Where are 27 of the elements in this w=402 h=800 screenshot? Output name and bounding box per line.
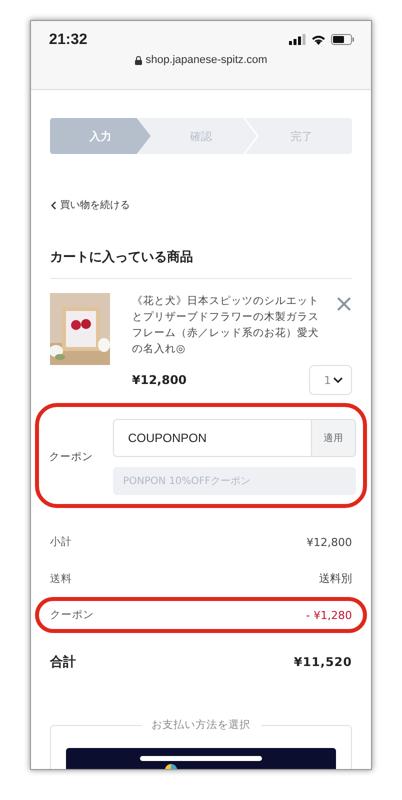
close-icon[interactable] xyxy=(336,296,352,312)
apply-button[interactable]: 適用 xyxy=(311,420,355,456)
summary-label: クーポン xyxy=(50,608,94,622)
product-price: ¥12,800 xyxy=(132,373,187,387)
summary-label: 送料 xyxy=(50,572,72,586)
continue-shopping-link[interactable]: 買い物を続ける xyxy=(50,198,130,212)
total-value: ¥11,520 xyxy=(294,655,352,669)
battery-icon xyxy=(331,34,355,45)
summary-value: 送料別 xyxy=(319,571,352,586)
chevron-left-icon xyxy=(50,200,57,210)
payment-heading: お支払い方法を選択 xyxy=(142,718,260,732)
summary-value: - ¥1,280 xyxy=(306,608,352,622)
summary-label: 小計 xyxy=(50,535,72,549)
url-text[interactable]: shop.japanese-spitz.com xyxy=(146,54,268,66)
total-label: 合計 xyxy=(50,654,76,671)
chevron-down-icon xyxy=(333,377,343,383)
cart-heading: カートに入っている商品 xyxy=(50,248,352,279)
quantity-select[interactable]: 1 xyxy=(309,365,352,395)
applied-coupon: PONPON 10%OFFクーポン xyxy=(113,467,356,495)
signal-icon xyxy=(289,34,306,45)
product-name[interactable]: 《花と犬》日本スピッツのシルエットとプリザーブドフラワーの木製ガラスフレーム（赤／レッド系のお花）愛犬の名入れ◎ xyxy=(132,293,328,357)
wifi-icon xyxy=(311,34,326,45)
coupon-field[interactable]: COUPONPON 適用 xyxy=(113,419,356,457)
lock-icon xyxy=(134,56,142,64)
coupon-label: クーポン xyxy=(49,450,93,464)
status-time: 21:32 xyxy=(49,31,88,48)
summary-value: ¥12,800 xyxy=(306,536,352,548)
